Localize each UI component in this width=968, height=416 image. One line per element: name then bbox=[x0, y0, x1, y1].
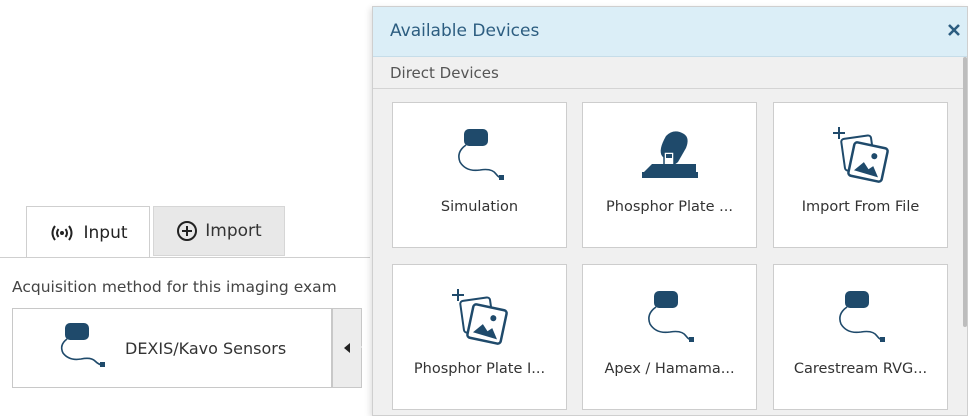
panel-scrollbar[interactable] bbox=[963, 57, 967, 327]
device-card-simulation[interactable]: Simulation bbox=[392, 102, 567, 248]
device-card-label: Phosphor Plate ... bbox=[606, 199, 733, 215]
panel-title: Available Devices bbox=[390, 21, 540, 41]
device-card-apex-hamamatsu[interactable]: Apex / Hamama... bbox=[582, 264, 757, 410]
section-label-direct-devices: Direct Devices bbox=[390, 64, 499, 82]
import-image-icon bbox=[774, 125, 947, 187]
device-dropdown-button[interactable] bbox=[332, 308, 362, 388]
selected-device-field[interactable]: DEXIS/Kavo Sensors bbox=[12, 308, 332, 388]
device-card-phosphor-plate-scanner[interactable]: Phosphor Plate ... bbox=[582, 102, 757, 248]
sensor-icon bbox=[393, 125, 566, 187]
device-card-label: Import From File bbox=[801, 199, 920, 215]
tab-input[interactable]: Input bbox=[26, 206, 150, 258]
caret-left-icon bbox=[342, 339, 352, 358]
tabs-divider bbox=[0, 257, 370, 258]
sensor-icon bbox=[583, 287, 756, 349]
tab-import[interactable]: Import bbox=[153, 206, 285, 256]
close-icon bbox=[947, 22, 961, 41]
sensor-icon bbox=[57, 321, 115, 375]
phosphor-plate-scanner-icon bbox=[583, 125, 756, 187]
device-card-label: Apex / Hamama... bbox=[604, 361, 735, 377]
selected-device-label: DEXIS/Kavo Sensors bbox=[125, 338, 287, 358]
plus-circle-icon bbox=[176, 220, 198, 242]
device-card-phosphor-plate-import[interactable]: Phosphor Plate I... bbox=[392, 264, 567, 410]
acquisition-tabs: Input Import bbox=[0, 206, 370, 258]
wireless-signal-icon bbox=[48, 224, 76, 242]
device-card-label: Carestream RVG... bbox=[793, 361, 928, 377]
device-card-import-from-file[interactable]: Import From File bbox=[773, 102, 948, 248]
acquisition-method-label: Acquisition method for this imaging exam bbox=[12, 278, 337, 296]
device-card-label: Simulation bbox=[440, 199, 519, 215]
tab-input-label: Input bbox=[83, 222, 128, 243]
available-devices-panel: Available Devices Direct Devices Simulat… bbox=[372, 6, 968, 416]
section-divider bbox=[373, 88, 967, 89]
import-image-icon bbox=[393, 287, 566, 349]
panel-header: Available Devices bbox=[373, 7, 967, 57]
close-button[interactable] bbox=[943, 19, 965, 43]
device-card-label: Phosphor Plate I... bbox=[413, 361, 546, 377]
tab-import-label: Import bbox=[205, 221, 262, 241]
sensor-icon bbox=[774, 287, 947, 349]
device-card-carestream-rvg[interactable]: Carestream RVG... bbox=[773, 264, 948, 410]
